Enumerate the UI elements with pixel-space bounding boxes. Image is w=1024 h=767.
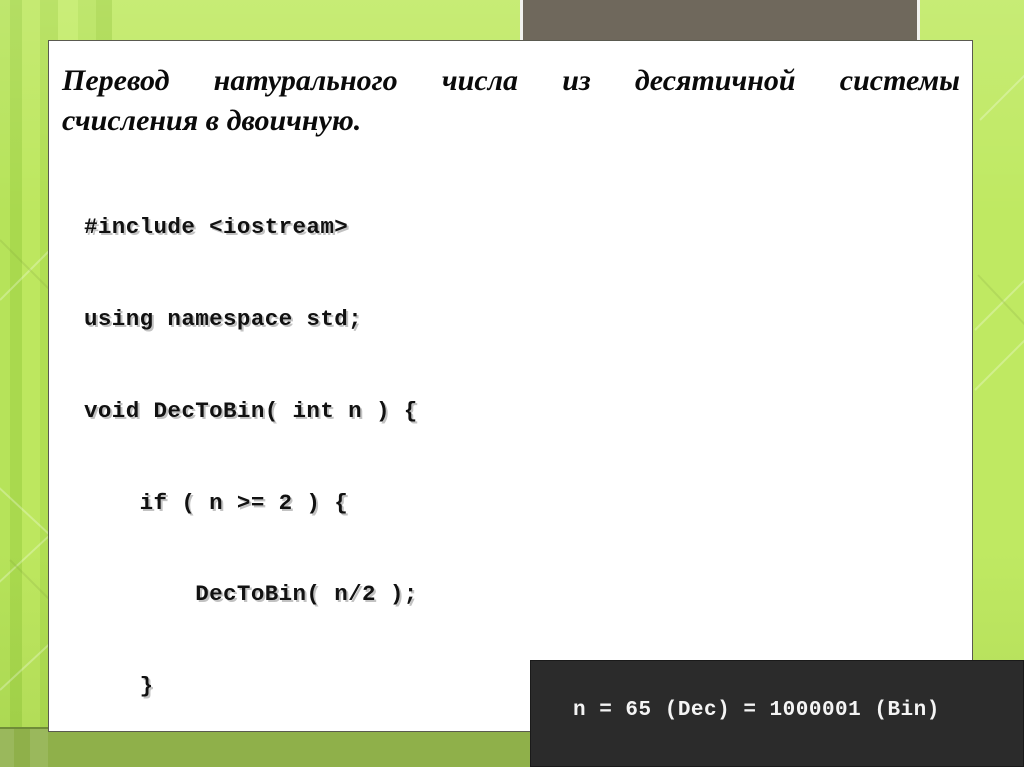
slide-title-line-1: Перевод натурального числа из десятичной… bbox=[62, 64, 960, 97]
code-line: void DecToBin( int n ) { bbox=[84, 397, 418, 424]
slide-title: Перевод натурального числа из десятичной… bbox=[62, 61, 960, 141]
console-output-text: n = 65 (Dec) = 1000001 (Bin) bbox=[573, 699, 940, 722]
slide-title-line-2: счисления в двоичную. bbox=[62, 104, 362, 137]
console-output-box: n = 65 (Dec) = 1000001 (Bin) bbox=[530, 660, 1024, 767]
content-panel: Перевод натурального числа из десятичной… bbox=[48, 40, 973, 732]
code-line: #include <iostream> bbox=[84, 214, 349, 241]
code-line: using namespace std; bbox=[84, 305, 363, 332]
code-line: DecToBin( n/2 ); bbox=[84, 581, 418, 608]
code-line: if ( n >= 2 ) { bbox=[84, 489, 349, 516]
slide-canvas: Перевод натурального числа из десятичной… bbox=[0, 0, 1024, 767]
code-block: #include <iostream> using namespace std;… bbox=[84, 151, 944, 731]
